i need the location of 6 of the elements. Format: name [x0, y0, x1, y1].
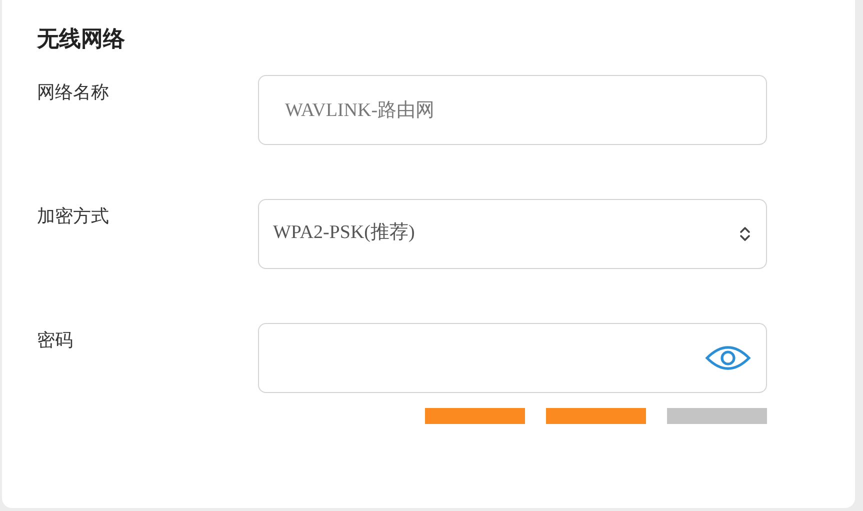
- field-label: 网络名称: [37, 80, 110, 104]
- field-label: 密码: [37, 328, 74, 352]
- select-field[interactable]: WPA2-PSK(推荐): [258, 198, 767, 269]
- section-title: 无线网络: [37, 26, 126, 54]
- field-label: 加密方式: [37, 204, 110, 228]
- text-field[interactable]: WAVLINK-路由网: [258, 74, 767, 145]
